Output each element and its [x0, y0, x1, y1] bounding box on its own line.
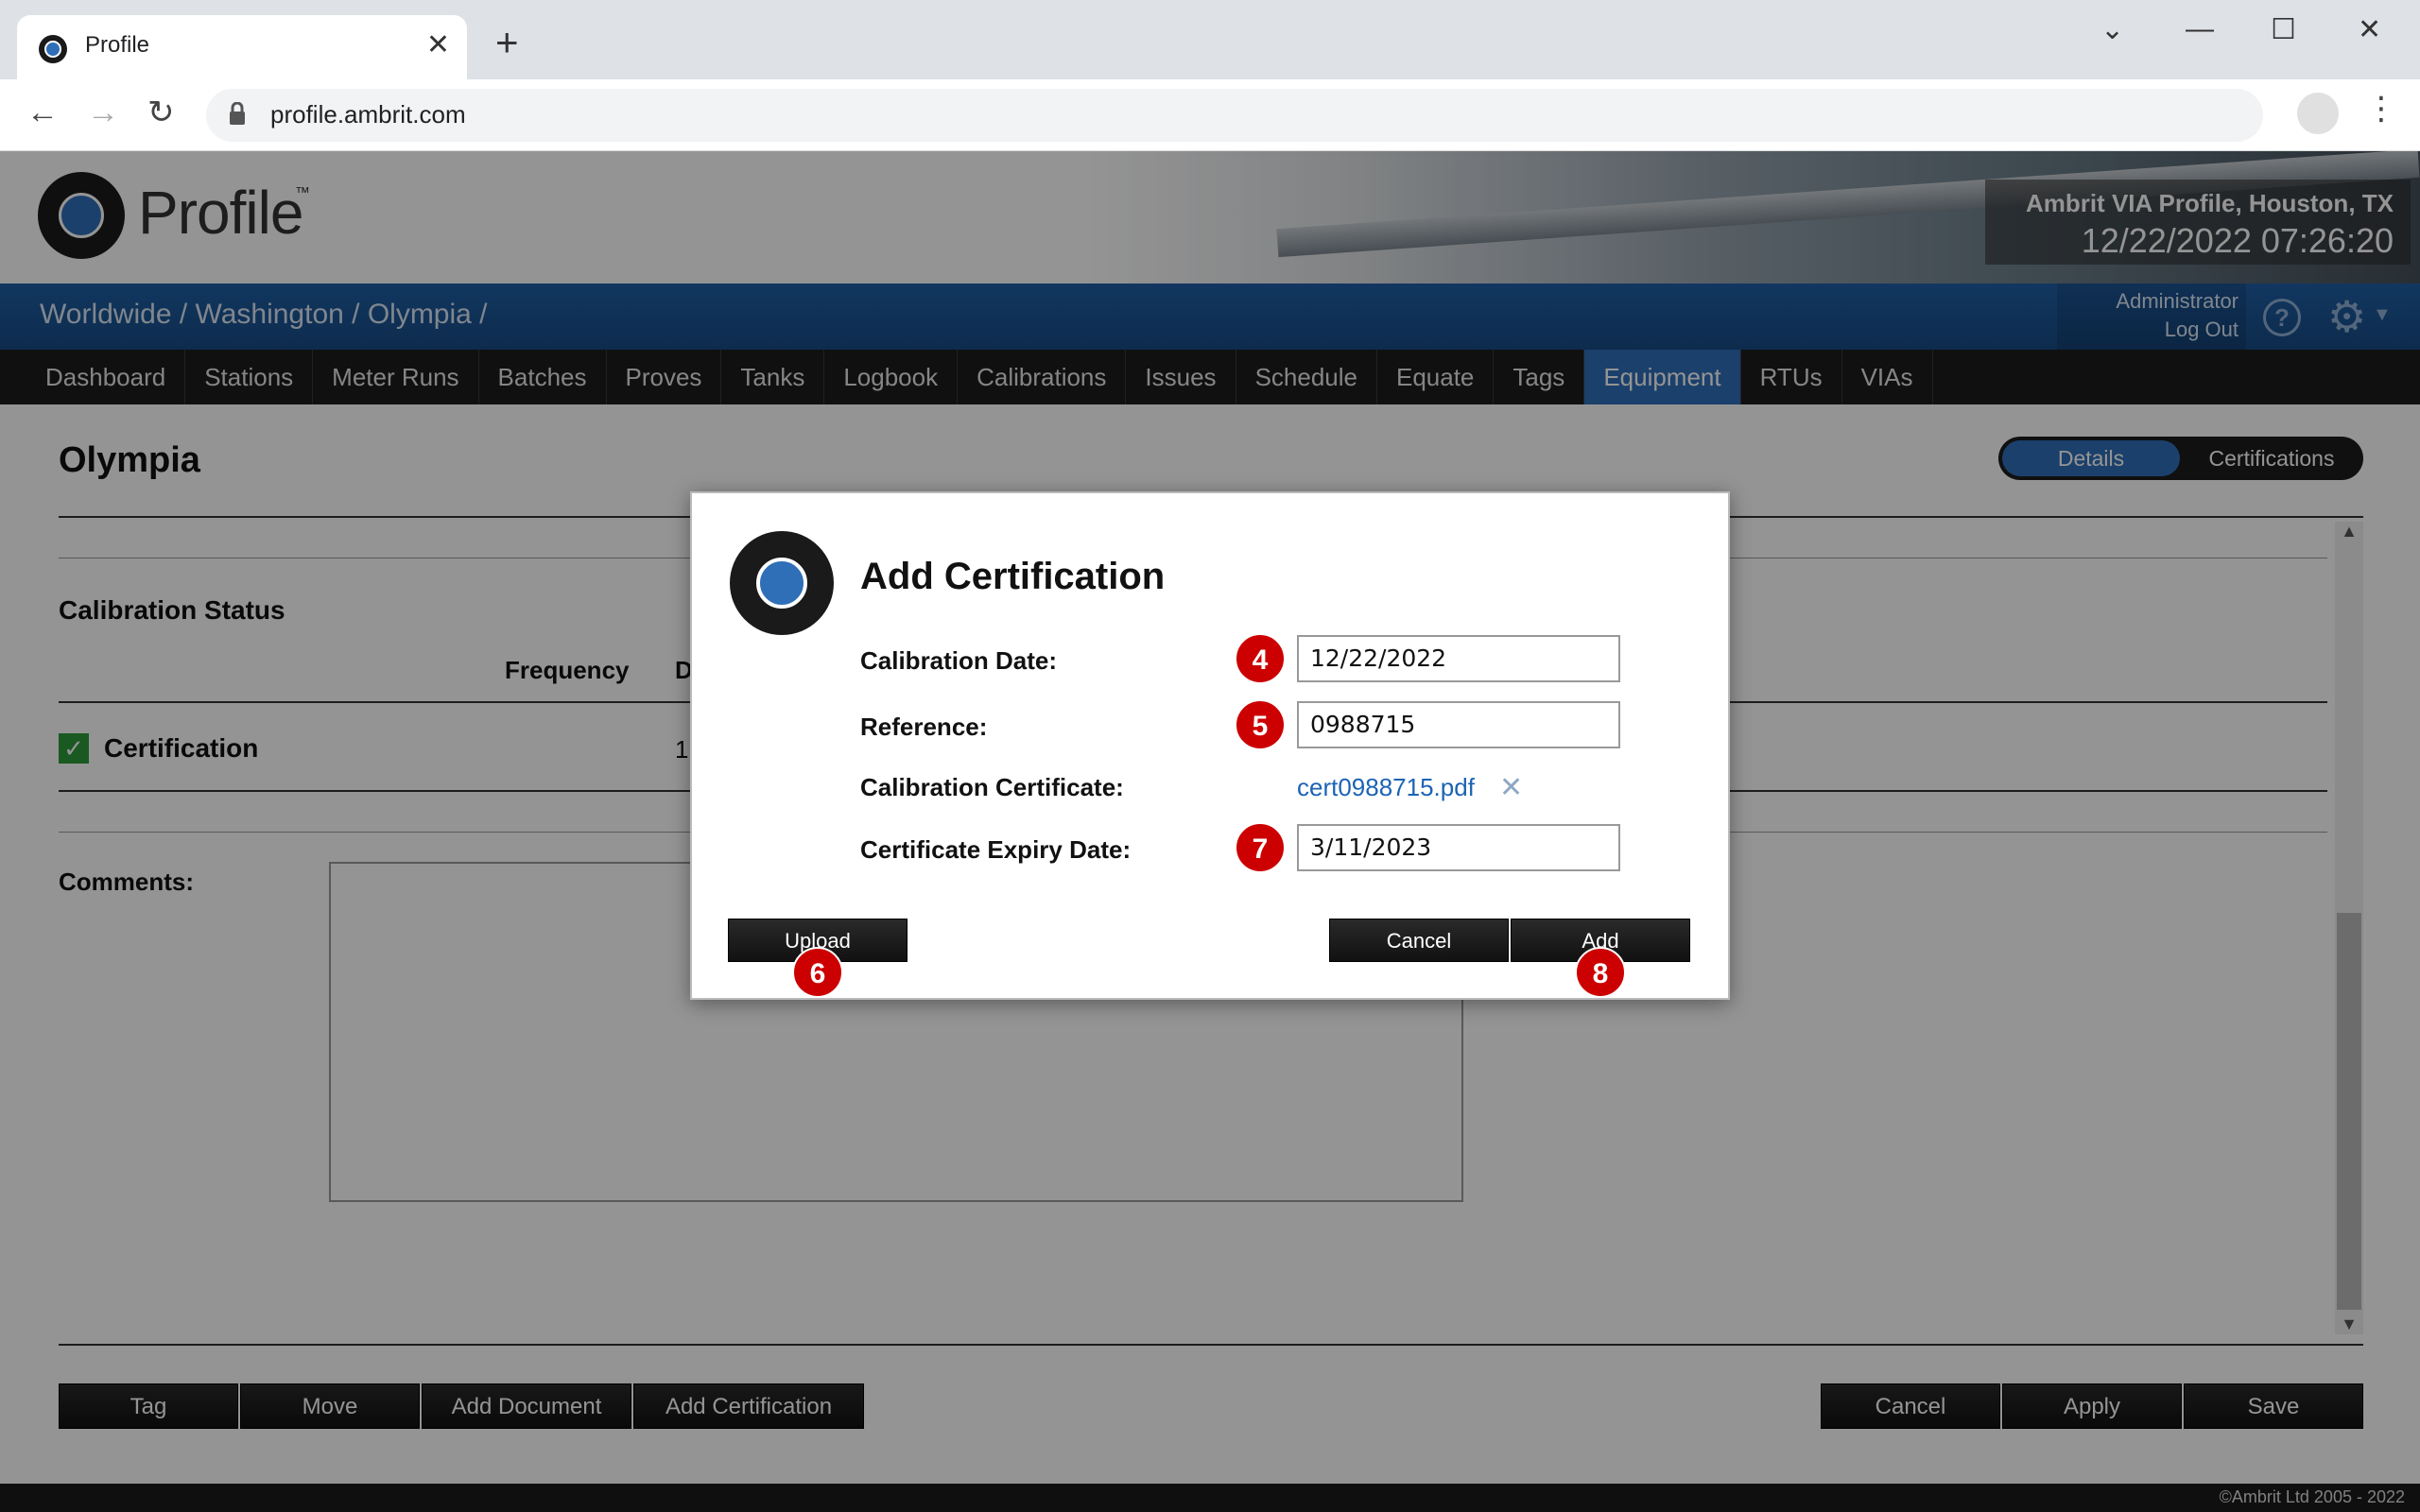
step-marker: 7 [1235, 822, 1286, 873]
forward-icon[interactable]: → [87, 96, 119, 129]
tab-close-icon[interactable]: ✕ [426, 28, 450, 61]
step-marker: 8 [1575, 947, 1626, 998]
step-marker: 5 [1235, 699, 1286, 750]
url-text: profile.ambrit.com [270, 100, 466, 129]
browser-toolbar: ← → ↻ profile.ambrit.com ⋮ [0, 79, 2420, 151]
browser-tabstrip: Profile ✕ + ⌄ — ☐ ✕ [0, 0, 2420, 79]
expiry-date-field[interactable]: 3/11/2023 [1297, 824, 1620, 871]
minimize-icon[interactable]: — [2186, 13, 2214, 45]
remove-file-icon[interactable]: ✕ [1499, 771, 1523, 804]
dialog-cancel-button[interactable]: Cancel [1329, 919, 1509, 962]
calibration-certificate-label: Calibration Certificate: [860, 773, 1124, 801]
maximize-icon[interactable]: ☐ [2271, 13, 2296, 46]
tab-search-icon[interactable]: ⌄ [2100, 13, 2124, 46]
profile-logo-icon [730, 531, 834, 635]
reference-label: Reference: [860, 713, 988, 741]
address-bar[interactable]: profile.ambrit.com [206, 89, 2263, 142]
close-window-icon[interactable]: ✕ [2358, 13, 2381, 46]
reload-icon[interactable]: ↻ [147, 96, 175, 129]
tab-title: Profile [85, 32, 150, 58]
step-marker: 4 [1235, 633, 1286, 684]
calibration-date-label: Calibration Date: [860, 646, 1058, 675]
new-tab-icon[interactable]: + [495, 23, 519, 62]
certificate-file-link[interactable]: cert0988715.pdf [1297, 773, 1475, 802]
browser-tab[interactable]: Profile ✕ [17, 15, 467, 79]
add-certification-dialog: Add Certification Calibration Date: 4 12… [690, 491, 1730, 1000]
step-marker: 6 [792, 947, 843, 998]
account-icon[interactable] [2297, 93, 2339, 134]
profile-favicon-icon [39, 35, 67, 63]
lock-icon [230, 102, 245, 125]
dialog-title: Add Certification [860, 556, 1166, 597]
back-icon[interactable]: ← [26, 96, 59, 129]
certificate-expiry-label: Certificate Expiry Date: [860, 835, 1132, 864]
browser-menu-icon[interactable]: ⋮ [2365, 93, 2397, 125]
reference-field[interactable]: 0988715 [1297, 701, 1620, 748]
calibration-date-field[interactable]: 12/22/2022 [1297, 635, 1620, 682]
